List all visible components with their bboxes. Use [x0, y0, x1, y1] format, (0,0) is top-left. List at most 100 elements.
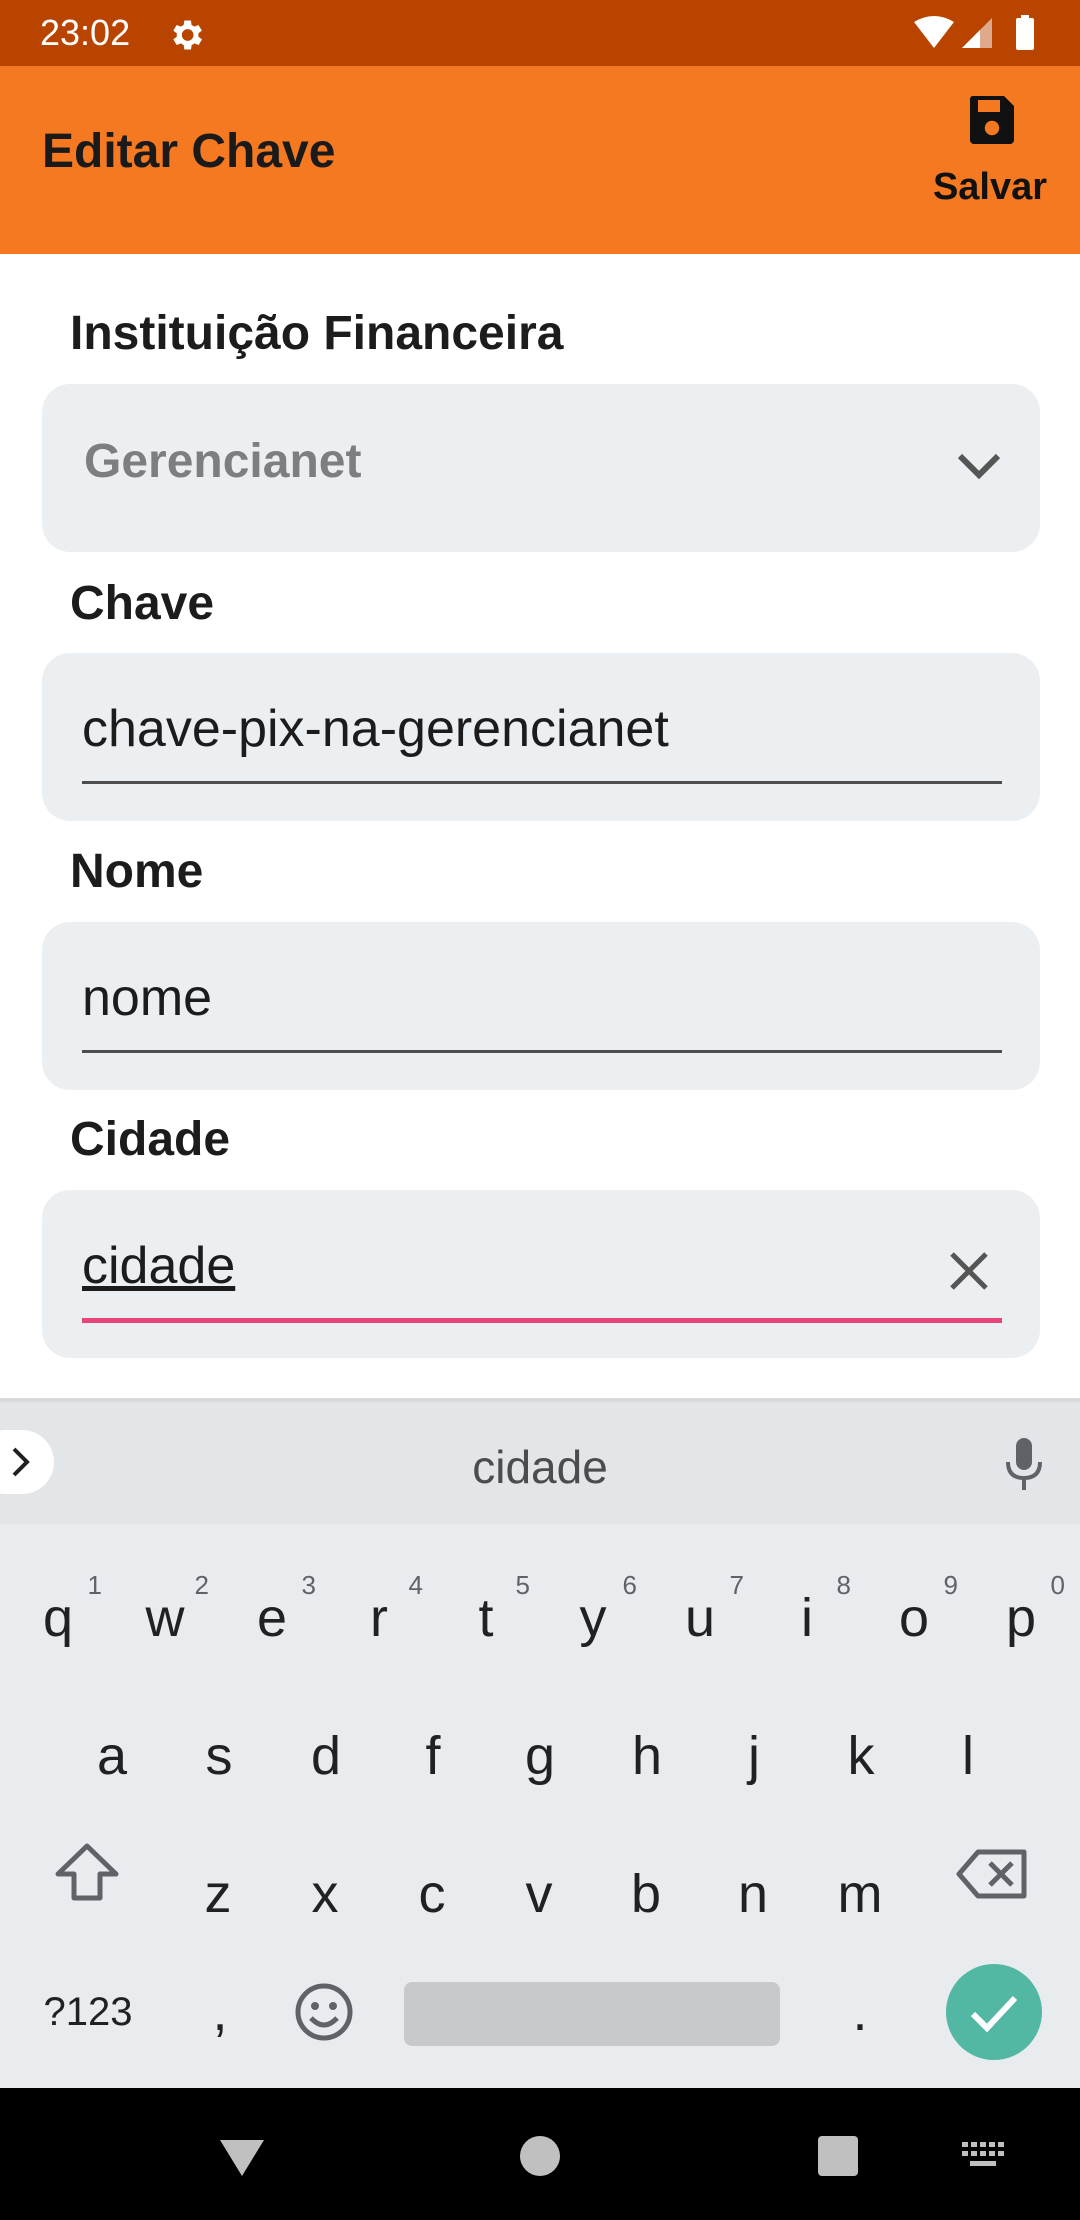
key-e[interactable]: e3: [222, 1558, 322, 1678]
key-label: q: [42, 1588, 74, 1648]
name-label: Nome: [70, 845, 204, 898]
key-r[interactable]: r4: [329, 1558, 429, 1678]
nav-home-icon[interactable]: [520, 2136, 560, 2176]
wifi-icon: [914, 16, 954, 48]
city-underline: [82, 1318, 1002, 1323]
key-t[interactable]: t5: [436, 1558, 536, 1678]
save-floppy-icon: [969, 96, 1014, 144]
key-hint: 6: [622, 1570, 637, 1600]
institution-select[interactable]: Gerencianet: [42, 384, 1040, 552]
key-hint: 2: [194, 1570, 209, 1600]
key-label: p: [1005, 1588, 1037, 1648]
key-label: r: [370, 1588, 388, 1648]
period-key[interactable]: .: [810, 1952, 910, 2072]
city-input-value: cidade: [82, 1237, 236, 1295]
comma-key[interactable]: ,: [170, 1952, 270, 2072]
key-y[interactable]: y6: [543, 1558, 643, 1678]
key-hint: 4: [408, 1570, 423, 1600]
key-n[interactable]: n: [703, 1834, 803, 1954]
key-label: x: [311, 1864, 339, 1924]
soft-keyboard: cidade q1w2e3r4t5y6u7i8o9p0 asdfghjkl zx…: [0, 1398, 1080, 2088]
symbols-key[interactable]: ?123: [28, 1952, 148, 2072]
enter-key[interactable]: [946, 1964, 1042, 2060]
key-u[interactable]: u7: [650, 1558, 750, 1678]
settings-gear-icon: [173, 20, 202, 50]
system-nav-bar: [0, 2088, 1080, 2220]
save-label: Salvar: [932, 166, 1048, 208]
app-bar: Editar Chave Salvar: [0, 66, 1080, 254]
key-v[interactable]: v: [489, 1834, 589, 1954]
status-icons: [914, 15, 1034, 50]
key-label: g: [524, 1726, 556, 1786]
institution-value: Gerencianet: [84, 435, 362, 488]
key-label: h: [631, 1726, 663, 1786]
key-label: d: [310, 1726, 342, 1786]
key-input-value: chave-pix-na-gerencianet: [82, 700, 669, 758]
key-h[interactable]: h: [597, 1696, 697, 1816]
key-hint: 1: [87, 1570, 102, 1600]
key-w[interactable]: w2: [115, 1558, 215, 1678]
key-label: e: [256, 1588, 288, 1648]
name-underline: [82, 1050, 1002, 1053]
key-hint: 3: [301, 1570, 316, 1600]
key-hint: 0: [1050, 1570, 1065, 1600]
key-o[interactable]: o9: [864, 1558, 964, 1678]
key-label: u: [684, 1588, 716, 1648]
chevron-down-icon: [957, 453, 1001, 480]
key-label: m: [837, 1864, 883, 1924]
backspace-key-icon[interactable]: [956, 1848, 1028, 1900]
suggestion-word[interactable]: cidade: [0, 1440, 1080, 1494]
nav-recents-icon[interactable]: [818, 2136, 858, 2176]
microphone-icon[interactable]: [1002, 1436, 1046, 1492]
key-l[interactable]: l: [918, 1696, 1018, 1816]
key-g[interactable]: g: [490, 1696, 590, 1816]
key-m[interactable]: m: [810, 1834, 910, 1954]
emoji-key-icon[interactable]: [294, 1982, 354, 2042]
key-label: c: [418, 1864, 446, 1924]
space-key[interactable]: [404, 1982, 780, 2046]
key-label: i: [801, 1588, 813, 1648]
keyboard-switch-icon[interactable]: [962, 2142, 1006, 2172]
key-hint: 5: [515, 1570, 530, 1600]
suggestion-bar: cidade: [0, 1402, 1080, 1524]
key-label: y: [579, 1588, 607, 1648]
key-a[interactable]: a: [62, 1696, 162, 1816]
city-label: Cidade: [70, 1113, 231, 1166]
key-label: n: [737, 1864, 769, 1924]
key-label: f: [425, 1726, 441, 1786]
key-underline: [82, 781, 1002, 784]
key-s[interactable]: s: [169, 1696, 269, 1816]
key-x[interactable]: x: [275, 1834, 375, 1954]
status-time: 23:02: [40, 12, 131, 53]
key-label: j: [748, 1726, 760, 1786]
nav-back-icon[interactable]: [218, 2138, 266, 2178]
battery-icon: [1016, 18, 1034, 50]
key-label: w: [145, 1588, 185, 1648]
key-label: s: [205, 1726, 233, 1786]
key-label: v: [525, 1864, 553, 1924]
key-b[interactable]: b: [596, 1834, 696, 1954]
key-label: o: [898, 1588, 930, 1648]
page-title: Editar Chave: [42, 125, 336, 178]
key-label: Chave: [70, 577, 215, 630]
key-c[interactable]: c: [382, 1834, 482, 1954]
key-label: z: [204, 1864, 232, 1924]
key-i[interactable]: i8: [757, 1558, 857, 1678]
key-p[interactable]: p0: [971, 1558, 1071, 1678]
key-f[interactable]: f: [383, 1696, 483, 1816]
clear-icon[interactable]: [946, 1248, 992, 1294]
key-k[interactable]: k: [811, 1696, 911, 1816]
key-q[interactable]: q1: [8, 1558, 108, 1678]
save-button[interactable]: Salvar: [920, 94, 1060, 234]
key-hint: 8: [836, 1570, 851, 1600]
key-label: t: [478, 1588, 494, 1648]
key-j[interactable]: j: [704, 1696, 804, 1816]
key-z[interactable]: z: [168, 1834, 268, 1954]
name-input-value: nome: [82, 969, 213, 1027]
key-d[interactable]: d: [276, 1696, 376, 1816]
key-field[interactable]: chave-pix-na-gerencianet: [42, 653, 1040, 821]
key-hint: 9: [943, 1570, 958, 1600]
shift-key-icon[interactable]: [52, 1840, 122, 1904]
city-field[interactable]: cidade: [42, 1190, 1040, 1358]
name-field[interactable]: nome: [42, 922, 1040, 1090]
